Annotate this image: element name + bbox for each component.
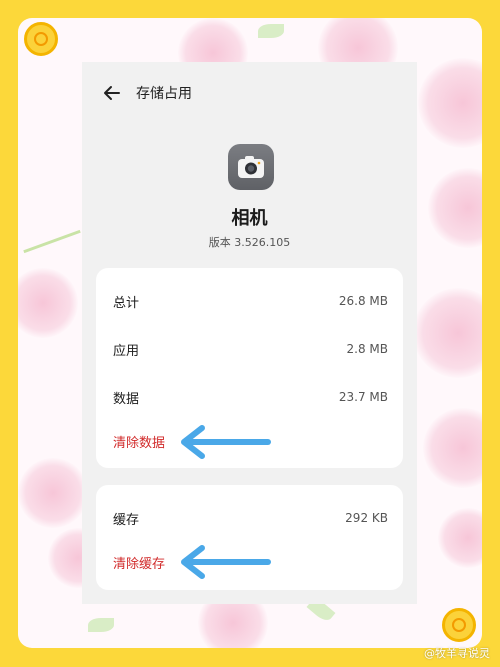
page-title: 存储占用: [136, 86, 192, 102]
storage-row-total: 总计 26.8 MB: [113, 290, 388, 312]
clear-data-button[interactable]: 清除数据: [113, 432, 165, 451]
app-version: 版本 3.526.105: [208, 236, 291, 249]
storage-label: 总计: [113, 295, 140, 311]
cache-value: 292 KB: [345, 511, 388, 525]
cache-label: 缓存: [113, 512, 140, 528]
blossom-decoration: [18, 268, 78, 338]
storage-value: 2.8 MB: [346, 342, 388, 356]
cache-card: 缓存 292 KB 清除缓存: [96, 485, 403, 590]
blossom-decoration: [413, 288, 482, 378]
arrow-left-annotation-icon: [181, 425, 271, 459]
storage-screen: 存储占用 相机 版本 3.526.105 总计 26.8 MB 应用 2.8 M…: [82, 62, 417, 604]
blossom-decoration: [418, 58, 482, 148]
blossom-decoration: [438, 508, 482, 568]
storage-value: 23.7 MB: [338, 390, 388, 404]
storage-row-app: 应用 2.8 MB: [113, 338, 388, 360]
arrow-left-annotation-icon: [181, 545, 271, 579]
leaf-decoration: [258, 24, 284, 38]
branch-decoration: [23, 229, 81, 254]
storage-row-data: 数据 23.7 MB: [113, 386, 388, 408]
leaf-decoration: [88, 618, 114, 632]
blossom-decoration: [423, 408, 482, 488]
header: 存储占用: [102, 82, 192, 104]
storage-card: 总计 26.8 MB 应用 2.8 MB 数据 23.7 MB 清除数据: [96, 268, 403, 468]
app-name: 相机: [231, 208, 268, 229]
sun-icon: [24, 22, 58, 56]
storage-label: 数据: [113, 391, 140, 407]
cache-row: 缓存 292 KB: [113, 507, 388, 529]
clear-cache-button[interactable]: 清除缓存: [113, 553, 165, 572]
storage-label: 应用: [113, 343, 140, 359]
blossom-decoration: [18, 458, 88, 528]
arrow-left-icon[interactable]: [102, 83, 122, 103]
sun-icon: [442, 608, 476, 642]
camera-icon: [228, 144, 274, 190]
storage-value: 26.8 MB: [338, 294, 388, 308]
watermark: @牧羊寻说灵: [424, 647, 490, 660]
blossom-decoration: [428, 168, 482, 248]
